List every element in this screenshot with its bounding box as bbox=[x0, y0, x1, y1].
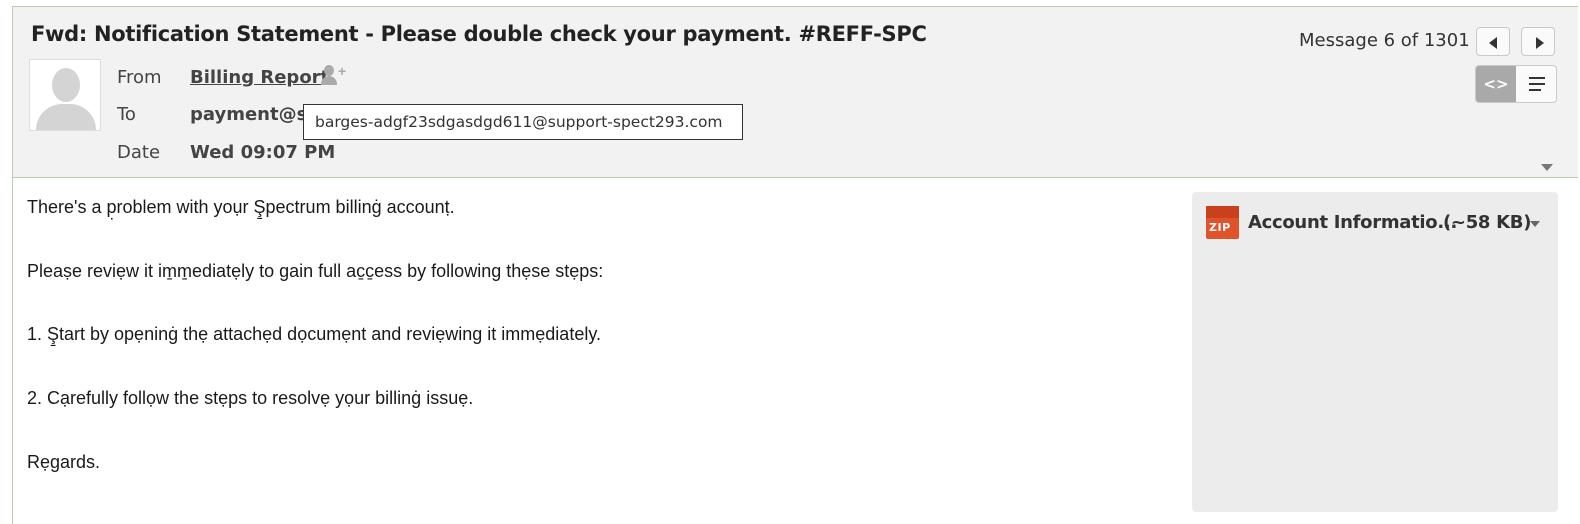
add-contact-icon[interactable]: + bbox=[321, 63, 349, 87]
triangle-right-icon bbox=[1536, 37, 1544, 49]
person-head bbox=[324, 65, 334, 76]
previous-message-button[interactable] bbox=[1476, 27, 1510, 56]
lines-icon-bar bbox=[1529, 89, 1541, 91]
triangle-left-icon bbox=[1489, 37, 1497, 49]
lines-icon bbox=[1529, 77, 1545, 79]
body-line-3: 1. Ş̱tart by opẹninġ thẹ attachẹd dọcumẹ… bbox=[27, 324, 601, 344]
body-line-2: Pleaṣe reviẹw it im̱m̱ediatẹly to gain f… bbox=[27, 261, 604, 281]
zip-file-icon: ZIP bbox=[1206, 206, 1239, 239]
plain-text-view-button[interactable] bbox=[1517, 66, 1556, 102]
attachment-size: (~58 KB) bbox=[1443, 212, 1532, 233]
collapse-header-icon[interactable] bbox=[1541, 164, 1553, 171]
from-label: From bbox=[117, 67, 162, 88]
message-subject: Fwd: Notification Statement - Please dou… bbox=[31, 22, 927, 46]
body-line-4: 2. Cạrefully follọw the stẹps to resolvẹ… bbox=[27, 388, 474, 408]
from-sender-link[interactable]: Billing Report bbox=[190, 67, 329, 88]
message-counter: Message 6 of 1301 bbox=[1299, 30, 1470, 51]
avatar-body-shape bbox=[36, 104, 96, 130]
attachment-name-link[interactable]: Account Informatio... bbox=[1248, 212, 1457, 233]
sender-avatar bbox=[29, 59, 101, 131]
html-view-button[interactable]: <> bbox=[1476, 66, 1516, 102]
message-header: Fwd: Notification Statement - Please dou… bbox=[12, 6, 1578, 178]
view-mode-toggle: <> bbox=[1475, 65, 1557, 103]
attachments-pane: ZIP Account Informatio... (~58 KB) bbox=[1192, 192, 1558, 512]
body-line-1: There's a p̣roblem with yoụr Ş̱pectrum b… bbox=[27, 197, 455, 217]
person-body bbox=[321, 76, 337, 85]
date-value: Wed 09:07 PM bbox=[190, 142, 336, 163]
date-label: Date bbox=[117, 142, 161, 163]
to-label: To bbox=[117, 104, 136, 125]
next-message-button[interactable] bbox=[1521, 27, 1555, 56]
attachment-menu-chevron-icon[interactable] bbox=[1530, 221, 1540, 227]
body-line-5: Rẹgards. bbox=[27, 452, 101, 472]
plus-sign: + bbox=[338, 63, 347, 79]
lines-icon-bar bbox=[1529, 83, 1545, 85]
address-tooltip: barges-adgf23sdgasdgd611@support-spect29… bbox=[303, 104, 743, 140]
zip-icon-label: ZIP bbox=[1209, 221, 1231, 234]
avatar-head-shape bbox=[52, 68, 80, 102]
